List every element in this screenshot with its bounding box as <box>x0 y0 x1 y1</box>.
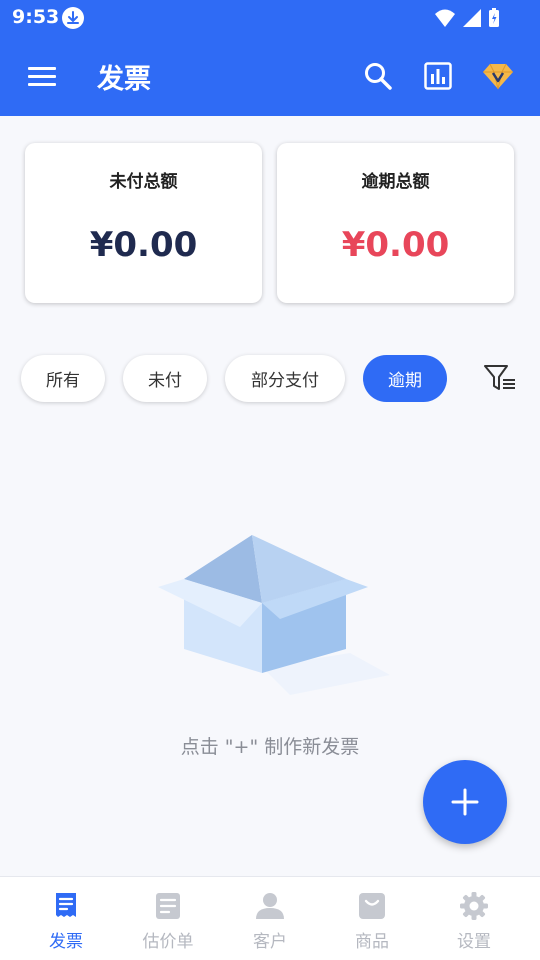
search-icon <box>365 63 392 90</box>
person-icon <box>256 893 284 919</box>
invoice-icon <box>56 893 76 917</box>
unpaid-total-card: 未付总额 ¥0.00 <box>25 143 262 303</box>
filter-chip-overdue[interactable]: 逾期 <box>363 355 447 402</box>
status-icons <box>434 7 500 29</box>
overdue-total-amount: ¥0.00 <box>341 225 450 265</box>
status-bar: 9:53 <box>0 0 540 36</box>
menu-icon <box>28 67 56 86</box>
filter-chip-unpaid[interactable]: 未付 <box>123 355 207 402</box>
diamond-icon <box>483 63 513 90</box>
unpaid-total-amount: ¥0.00 <box>89 225 198 265</box>
page-title: 发票 <box>97 64 151 95</box>
nav-item-customers[interactable]: 客户 <box>216 877 324 960</box>
filter-chip-partial[interactable]: 部分支付 <box>225 355 345 402</box>
filter-icon <box>484 365 515 390</box>
app-bar: 发票 <box>0 36 540 116</box>
plus-icon <box>451 788 479 816</box>
overdue-total-card: 逾期总额 ¥0.00 <box>277 143 514 303</box>
nav-label-settings: 设置 <box>457 932 491 952</box>
nav-item-settings[interactable]: 设置 <box>420 877 528 960</box>
nav-item-estimates[interactable]: 估价单 <box>114 877 222 960</box>
nav-label-invoices: 发票 <box>49 932 83 952</box>
signal-icon <box>463 9 481 27</box>
product-box-icon <box>359 893 385 919</box>
report-button[interactable] <box>420 58 456 94</box>
estimate-icon <box>156 893 180 919</box>
empty-state-text: 点击 "+" 制作新发票 <box>180 736 360 758</box>
nav-label-products: 商品 <box>355 932 389 952</box>
download-icon <box>62 7 84 29</box>
empty-box-illustration <box>158 535 390 695</box>
overdue-total-label: 逾期总额 <box>361 172 430 192</box>
filter-chip-all[interactable]: 所有 <box>21 355 105 402</box>
status-time: 9:53 <box>12 6 60 28</box>
nav-item-products[interactable]: 商品 <box>318 877 426 960</box>
premium-button[interactable] <box>480 58 516 94</box>
battery-icon <box>489 8 499 27</box>
add-invoice-button[interactable] <box>423 760 507 844</box>
wifi-icon <box>435 9 455 27</box>
search-button[interactable] <box>360 58 396 94</box>
nav-label-estimates: 估价单 <box>142 932 194 952</box>
bar-chart-icon <box>424 62 452 90</box>
gear-icon <box>460 892 488 920</box>
nav-label-customers: 客户 <box>253 932 287 952</box>
bottom-nav: 发票 估价单 客户 商品 设置 <box>0 876 540 960</box>
filter-button[interactable] <box>483 362 517 394</box>
unpaid-total-label: 未付总额 <box>109 172 178 192</box>
menu-button[interactable] <box>24 58 60 94</box>
nav-item-invoices[interactable]: 发票 <box>12 877 120 960</box>
